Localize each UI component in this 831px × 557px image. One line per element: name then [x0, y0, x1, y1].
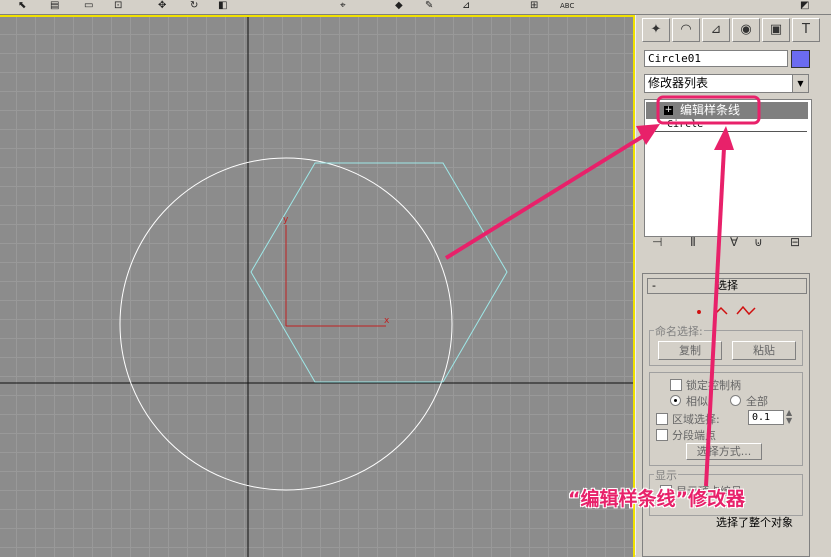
command-panel: ✦ ◠ ⊿ ◉ ▣ T Circle01 修改器列表 ▼ + 编辑样条线 Cir… [635, 15, 831, 557]
top-viewport[interactable]: x y [0, 15, 635, 557]
subobject-level-icons[interactable] [693, 304, 763, 316]
options-group: 锁定控制柄 相似 全部 区域选择: 0.1 ▲ ▼ 分段端点 选择方式... [649, 372, 803, 466]
expand-icon[interactable]: + [664, 106, 673, 115]
stack-item-circle[interactable]: Circle [667, 119, 703, 130]
viewport-canvas: x y [0, 17, 633, 557]
gizmo-y-label: y [283, 215, 289, 225]
move-icon[interactable]: ✥ [158, 0, 166, 12]
segment-end-label: 分段端点 [672, 429, 716, 442]
all-radio[interactable] [730, 395, 741, 406]
area-select-label: 区域选择: [672, 413, 720, 426]
rotate-icon[interactable]: ↻ [190, 0, 198, 12]
scale-icon[interactable]: ◧ [218, 0, 227, 12]
select-by-name-icon[interactable]: ▤ [50, 0, 59, 12]
configure-sets-icon[interactable]: ⊟ [790, 235, 800, 249]
make-unique-icon[interactable]: ∀ [730, 235, 738, 249]
display-tab-icon[interactable]: ▣ [762, 18, 790, 42]
stack-item-label: 编辑样条线 [680, 103, 741, 117]
text-tool-icon[interactable]: ABC [560, 0, 574, 12]
gizmo-x-label: x [384, 316, 390, 326]
render-icon[interactable]: ◩ [800, 0, 809, 12]
align-icon[interactable]: ⊞ [530, 0, 538, 12]
motion-tab-icon[interactable]: ◉ [732, 18, 760, 42]
rollout-header[interactable]: - 选择 [647, 278, 807, 294]
modifier-list-dropdown[interactable]: 修改器列表 ▼ [644, 74, 809, 93]
similar-label: 相似 [686, 395, 708, 408]
region-select-icon[interactable]: ▭ [84, 0, 93, 12]
selection-status-text: 选择了整个对象 [716, 516, 793, 529]
annotation-caption: “编辑样条线”修改器 [568, 488, 745, 510]
lock-handles-label: 锁定控制柄 [686, 379, 741, 392]
angle-snap-icon[interactable]: ◆ [395, 0, 403, 12]
similar-radio[interactable] [670, 395, 681, 406]
lock-handles-checkbox[interactable] [670, 379, 682, 391]
create-tab-icon[interactable]: ✦ [642, 18, 670, 42]
modifier-stack[interactable]: + 编辑样条线 Circle [644, 99, 812, 237]
stack-toolbar: ⊣ Ⅱ ∀ ⊍ ⊟ [644, 235, 810, 255]
area-select-checkbox[interactable] [656, 413, 668, 425]
select-by-button[interactable]: 选择方式... [686, 443, 762, 460]
stack-item-edit-spline[interactable]: + 编辑样条线 [646, 102, 808, 119]
object-color-swatch[interactable] [791, 50, 810, 68]
modify-tab-icon[interactable]: ◠ [672, 18, 700, 42]
window-crossing-icon[interactable]: ⊡ [114, 0, 122, 12]
rollout-title: 选择 [716, 279, 738, 292]
hexagon-shape[interactable] [250, 162, 508, 383]
copy-button[interactable]: 复制 [658, 341, 722, 360]
area-select-input[interactable]: 0.1 [748, 410, 784, 425]
segment-end-checkbox[interactable] [656, 429, 668, 441]
chevron-down-icon[interactable]: ▼ [792, 75, 808, 92]
snap-icon[interactable]: ⌖ [340, 0, 346, 12]
main-toolbar: ⬉ ▤ ▭ ⊡ ✥ ↻ ◧ ⌖ ◆ ✎ ⊿ ⊞ ABC ◩ [0, 0, 831, 15]
named-selection-group: 命名选择: 复制 粘贴 [649, 323, 803, 366]
pin-stack-icon[interactable]: ⊣ [652, 235, 662, 249]
spinner-arrows-icon[interactable]: ▲ ▼ [786, 409, 792, 425]
modifier-list-label: 修改器列表 [648, 76, 709, 90]
hierarchy-tab-icon[interactable]: ⊿ [702, 18, 730, 42]
stack-divider [655, 131, 807, 132]
object-name-field[interactable]: Circle01 [644, 50, 788, 67]
mirror-icon[interactable]: ⊿ [462, 0, 470, 12]
all-label: 全部 [746, 395, 768, 408]
select-arrow-icon[interactable]: ⬉ [18, 0, 26, 12]
display-label: 显示 [654, 467, 678, 483]
named-selection-label: 命名选择: [654, 323, 704, 339]
utilities-tab-icon[interactable]: T [792, 18, 820, 42]
paste-button[interactable]: 粘贴 [732, 341, 796, 360]
remove-modifier-icon[interactable]: ⊍ [754, 235, 763, 249]
percent-snap-icon[interactable]: ✎ [425, 0, 433, 12]
show-end-result-icon[interactable]: Ⅱ [690, 235, 696, 249]
